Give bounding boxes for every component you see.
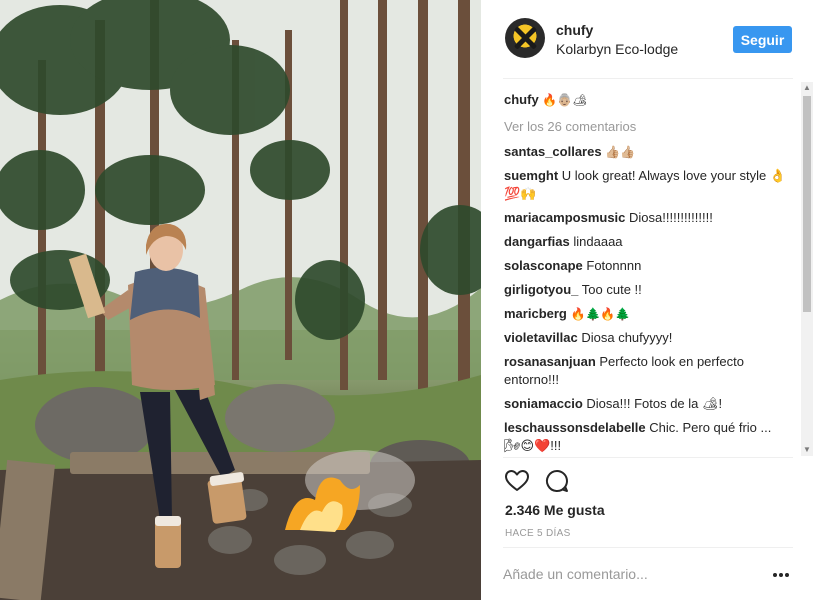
comment-username[interactable]: maricberg	[504, 306, 567, 321]
avatar[interactable]	[505, 18, 545, 58]
comment-item: girligotyou_ Too cute !!	[504, 281, 789, 299]
comment-text: lindaaaa	[573, 234, 623, 249]
comment-username[interactable]: santas_collares	[504, 144, 602, 159]
comment-username[interactable]: mariacamposmusic	[504, 210, 625, 225]
comment-item: suemght U look great! Always love your s…	[504, 167, 789, 203]
actions-divider	[503, 457, 793, 458]
header-divider	[503, 78, 793, 79]
author-username[interactable]: chufy	[556, 22, 593, 38]
comment-text: Diosa chufyyyy!	[581, 330, 673, 345]
comment-text: 🔥🌲🔥🌲	[570, 307, 631, 321]
comment-item: soniamaccio Diosa!!! Fotos de la 🏕!	[504, 395, 789, 413]
more-options-button[interactable]	[773, 565, 793, 585]
likes-count[interactable]: 2.346 Me gusta	[505, 502, 605, 518]
speech-bubble-icon	[545, 470, 568, 492]
comment-username[interactable]: girligotyou_	[504, 282, 578, 297]
more-dot	[773, 573, 777, 577]
like-button[interactable]	[504, 468, 530, 494]
comment-username[interactable]: soniamaccio	[504, 396, 583, 411]
comment-username[interactable]: suemght	[504, 168, 558, 183]
comment-username[interactable]: solasconape	[504, 258, 583, 273]
view-all-comments-link[interactable]: Ver los 26 comentarios	[504, 118, 636, 136]
caption-text: 🔥👵🏼🏕	[542, 93, 588, 107]
comments-list[interactable]: chufy 🔥👵🏼🏕 Ver los 26 comentarios santas…	[503, 80, 794, 456]
avatar-x-logo-icon	[513, 26, 537, 50]
comment-item: santas_collares 👍🏼👍🏼	[504, 143, 789, 161]
comment-button[interactable]	[544, 468, 570, 494]
comment-input-divider	[503, 547, 793, 548]
post-caption: chufy 🔥👵🏼🏕	[504, 91, 792, 109]
post-timestamp[interactable]: HACE 5 DÍAS	[505, 528, 571, 539]
comments-scrollbar[interactable]: ▲ ▼	[801, 82, 813, 456]
post-photo-scene	[0, 0, 481, 600]
heart-outline-icon	[505, 470, 529, 491]
comment-text: 👍🏼👍🏼	[605, 145, 636, 159]
scroll-up-arrow-icon[interactable]: ▲	[801, 82, 813, 94]
scroll-thumb[interactable]	[803, 96, 811, 312]
comment-item: solasconape Fotonnnn	[504, 257, 789, 275]
comment-username[interactable]: violetavillac	[504, 330, 578, 345]
more-dot	[785, 573, 789, 577]
follow-button[interactable]: Seguir	[733, 26, 792, 53]
comment-text: Diosa!!!!!!!!!!!!!!	[629, 210, 713, 225]
comment-item: mariacamposmusic Diosa!!!!!!!!!!!!!!	[504, 209, 789, 227]
scroll-down-arrow-icon[interactable]: ▼	[801, 444, 813, 456]
comment-item: violetavillac Diosa chufyyyy!	[504, 329, 789, 347]
comment-username[interactable]: leschaussonsdelabelle	[504, 420, 646, 435]
post-side-panel: chufy Kolarbyn Eco-lodge Seguir chufy 🔥👵…	[481, 0, 817, 600]
post-location[interactable]: Kolarbyn Eco-lodge	[556, 41, 678, 57]
post-header: chufy Kolarbyn Eco-lodge Seguir	[481, 0, 817, 78]
comment-text: Diosa!!! Fotos de la 🏕!	[586, 396, 723, 411]
add-comment-input[interactable]	[503, 560, 753, 588]
comment-text: Too cute !!	[581, 282, 642, 297]
comment-item: leschaussonsdelabelle Chic. Pero qué fri…	[504, 419, 789, 455]
comment-item: dangarfias lindaaaa	[504, 233, 789, 251]
comment-item: maricberg 🔥🌲🔥🌲	[504, 305, 789, 323]
post-photo[interactable]	[0, 0, 481, 600]
comment-username[interactable]: rosanasanjuan	[504, 354, 596, 369]
comment-text: Fotonnnn	[586, 258, 642, 273]
comment-item: rosanasanjuan Perfecto look en perfecto …	[504, 353, 789, 389]
comment-username[interactable]: dangarfias	[504, 234, 570, 249]
caption-username[interactable]: chufy	[504, 92, 539, 107]
more-dot	[779, 573, 783, 577]
